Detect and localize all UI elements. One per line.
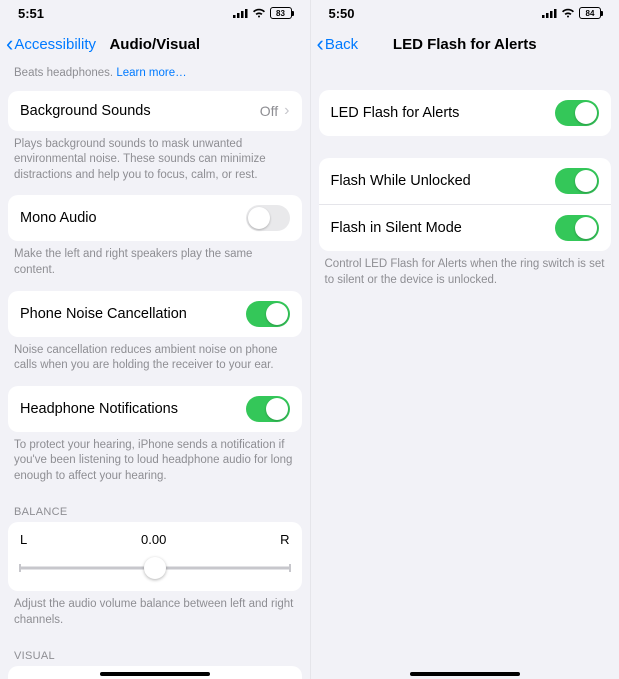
home-indicator[interactable] — [100, 672, 210, 676]
footer-led-options: Control LED Flash for Alerts when the ri… — [311, 251, 619, 300]
row-led-flash-alerts: LED Flash for Alerts — [319, 90, 612, 136]
top-note: Beats headphones. Learn more… — [0, 62, 310, 91]
slider-thumb[interactable] — [144, 557, 166, 579]
group-mono-audio: Mono Audio — [8, 195, 302, 241]
balance-slider[interactable] — [20, 559, 290, 577]
status-time: 5:51 — [18, 6, 44, 21]
section-header-balance: BALANCE — [0, 496, 310, 522]
row-background-sounds[interactable]: Background Sounds Off › — [8, 91, 302, 131]
row-flash-silent-mode: Flash in Silent Mode — [319, 204, 612, 251]
row-label: Mono Audio — [20, 210, 97, 226]
row-flash-while-unlocked: Flash While Unlocked — [319, 158, 612, 204]
battery-icon: 83 — [270, 7, 292, 19]
footer-hpn: To protect your hearing, iPhone sends a … — [0, 432, 310, 497]
footer-balance: Adjust the audio volume balance between … — [0, 591, 310, 640]
status-bar: 5:50 84 — [311, 0, 619, 26]
group-led-main: LED Flash for Alerts — [319, 90, 612, 136]
balance-labels: L 0.00 R — [20, 532, 290, 547]
status-right: 83 — [233, 6, 292, 21]
back-button[interactable]: ‹ Accessibility — [0, 33, 96, 55]
wifi-icon — [561, 6, 575, 21]
back-button[interactable]: ‹ Back — [311, 33, 359, 55]
group-phone-noise-cancellation: Phone Noise Cancellation — [8, 291, 302, 337]
nav-bar: ‹ Back LED Flash for Alerts — [311, 26, 619, 62]
balance-value: 0.00 — [141, 532, 166, 547]
back-label: Accessibility — [14, 36, 96, 53]
signal-icon — [233, 6, 248, 21]
screen-audio-visual: 5:51 83 ‹ Accessibility Audio/Visual Bea… — [0, 0, 310, 679]
signal-icon — [542, 6, 557, 21]
balance-right-label: R — [280, 532, 289, 547]
row-mono-audio: Mono Audio — [8, 195, 302, 241]
status-right: 84 — [542, 6, 601, 21]
row-label: Headphone Notifications — [20, 401, 178, 417]
learn-more-link[interactable]: Learn more… — [116, 67, 186, 79]
toggle-phone-noise-cancellation[interactable] — [246, 301, 290, 327]
status-time: 5:50 — [329, 6, 355, 21]
top-note-text: Beats headphones. — [14, 67, 116, 79]
group-headphone-notifications: Headphone Notifications — [8, 386, 302, 432]
chevron-left-icon: ‹ — [317, 33, 324, 55]
wifi-icon — [252, 6, 266, 21]
chevron-left-icon: ‹ — [6, 33, 13, 55]
content: LED Flash for Alerts Flash While Unlocke… — [311, 62, 619, 679]
value-text: Off — [260, 103, 278, 119]
screen-led-flash: 5:50 84 ‹ Back LED Flash for Alerts LED … — [310, 0, 619, 679]
row-label: Phone Noise Cancellation — [20, 306, 187, 322]
row-label: Flash While Unlocked — [331, 173, 471, 189]
section-header-visual: VISUAL — [0, 640, 310, 666]
battery-icon: 84 — [579, 7, 601, 19]
balance-left-label: L — [20, 532, 27, 547]
row-label: Background Sounds — [20, 103, 151, 119]
row-value: Off › — [260, 103, 290, 119]
status-bar: 5:51 83 — [0, 0, 310, 26]
group-background-sounds: Background Sounds Off › — [8, 91, 302, 131]
row-phone-noise-cancellation: Phone Noise Cancellation — [8, 291, 302, 337]
row-label: LED Flash for Alerts — [331, 105, 460, 121]
row-headphone-notifications: Headphone Notifications — [8, 386, 302, 432]
toggle-headphone-notifications[interactable] — [246, 396, 290, 422]
toggle-led-flash-alerts[interactable] — [555, 100, 599, 126]
footer-mono-audio: Make the left and right speakers play th… — [0, 241, 310, 290]
battery-level: 84 — [579, 7, 601, 19]
home-indicator[interactable] — [410, 672, 520, 676]
nav-bar: ‹ Accessibility Audio/Visual — [0, 26, 310, 62]
toggle-flash-silent-mode[interactable] — [555, 215, 599, 241]
footer-pnc: Noise cancellation reduces ambient noise… — [0, 337, 310, 386]
row-label: Flash in Silent Mode — [331, 220, 462, 236]
battery-level: 83 — [270, 7, 292, 19]
content: Beats headphones. Learn more… Background… — [0, 62, 310, 679]
group-led-options: Flash While Unlocked Flash in Silent Mod… — [319, 158, 612, 251]
balance-block: L 0.00 R — [8, 522, 302, 591]
footer-background-sounds: Plays background sounds to mask unwanted… — [0, 131, 310, 196]
chevron-right-icon: › — [284, 103, 289, 119]
toggle-mono-audio[interactable] — [246, 205, 290, 231]
toggle-flash-while-unlocked[interactable] — [555, 168, 599, 194]
back-label: Back — [325, 36, 358, 53]
